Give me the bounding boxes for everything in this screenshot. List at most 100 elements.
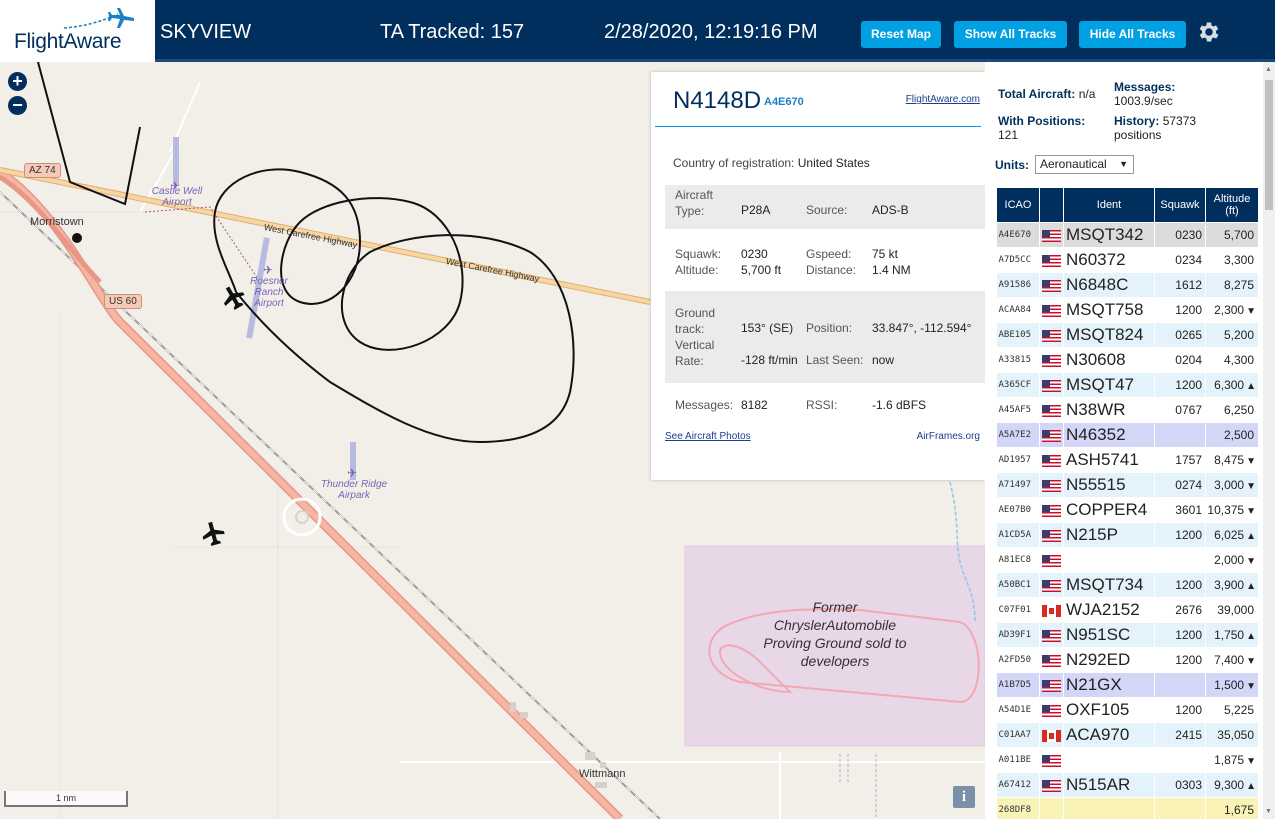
- column-header-ident[interactable]: Ident: [1063, 187, 1155, 223]
- current-datetime: 2/28/2020, 12:19:16 PM: [604, 21, 818, 43]
- us-flag-icon: [1042, 354, 1061, 367]
- cell-flag: [1039, 347, 1064, 373]
- cell-flag: [1039, 647, 1064, 673]
- units-select[interactable]: Aeronautical ▼: [1035, 155, 1134, 174]
- selected-icao-hex: A4E670: [764, 96, 804, 108]
- cell-icao: A7D5CC: [996, 247, 1040, 273]
- table-row[interactable]: A1CD5A N215P 1200 6,025 ▲: [996, 522, 1259, 548]
- table-row[interactable]: C01AA7 ACA970 2415 35,050: [996, 722, 1259, 748]
- cell-icao: A45AF5: [996, 397, 1040, 423]
- table-row[interactable]: A91586 N6848C 1612 8,275: [996, 272, 1259, 298]
- road-shield-us60: US 60: [104, 294, 142, 309]
- table-row[interactable]: A81EC8 2,000 ▼: [996, 547, 1259, 573]
- us-flag-icon: [1042, 629, 1061, 642]
- table-row[interactable]: A7D5CC N60372 0234 3,300: [996, 247, 1259, 273]
- table-row[interactable]: 268DF8 1,675: [996, 797, 1259, 819]
- show-all-tracks-button[interactable]: Show All Tracks: [954, 21, 1067, 48]
- cell-squawk: 1757: [1154, 447, 1206, 473]
- altitude-trend-icon: ▼: [1246, 756, 1256, 767]
- altitude-value: 2,300: [1214, 303, 1245, 317]
- table-row[interactable]: AD1957 ASH5741 1757 8,475 ▼: [996, 447, 1259, 473]
- flightaware-logo[interactable]: FlightAware: [0, 0, 155, 62]
- altitude-trend-icon: ▼: [1246, 481, 1256, 492]
- cell-altitude: 9,300 ▲: [1205, 772, 1259, 798]
- column-header-altitude[interactable]: Altitude (ft): [1205, 187, 1259, 223]
- table-row[interactable]: ACAA84 MSQT758 1200 2,300 ▼: [996, 297, 1259, 323]
- altitude-trend-icon: ▲: [1246, 381, 1256, 392]
- cell-flag: [1039, 272, 1064, 298]
- table-row[interactable]: A5A7E2 N46352 2,500: [996, 422, 1259, 448]
- column-header-flag[interactable]: [1039, 187, 1064, 223]
- altitude-value: 39,000: [1217, 603, 1254, 617]
- reset-map-button[interactable]: Reset Map: [861, 21, 941, 48]
- cell-altitude: 2,000 ▼: [1205, 547, 1259, 573]
- table-row[interactable]: A50BC1 MSQT734 1200 3,900 ▲: [996, 572, 1259, 598]
- see-aircraft-photos-link[interactable]: See Aircraft Photos: [665, 431, 751, 442]
- altitude-value: 3,000: [1214, 478, 1245, 492]
- history-stat: History: 57373 positions: [1114, 114, 1197, 142]
- cell-ident: WJA2152: [1063, 597, 1155, 623]
- table-row[interactable]: AD39F1 N951SC 1200 1,750 ▲: [996, 622, 1259, 648]
- us-flag-icon: [1042, 429, 1061, 442]
- cell-squawk: 2676: [1154, 597, 1206, 623]
- cell-altitude: 2,300 ▼: [1205, 297, 1259, 323]
- cell-flag: [1039, 422, 1064, 448]
- table-row[interactable]: ABE105 MSQT824 0265 5,200: [996, 322, 1259, 348]
- area-label-proving-ground: Former ChryslerAutomobile Proving Ground…: [763, 599, 907, 669]
- gear-icon[interactable]: [1196, 19, 1222, 45]
- cell-altitude: 3,900 ▲: [1205, 572, 1259, 598]
- altitude-value: 6,300: [1214, 378, 1245, 392]
- table-row[interactable]: A011BE 1,875 ▼: [996, 747, 1259, 773]
- altitude-trend-icon: ▲: [1246, 531, 1256, 542]
- hide-all-tracks-button[interactable]: Hide All Tracks: [1079, 21, 1186, 48]
- chevron-down-icon: ▼: [1119, 159, 1128, 169]
- flightaware-link[interactable]: FlightAware.com: [906, 94, 980, 105]
- cell-squawk: 0303: [1154, 772, 1206, 798]
- altitude-value: 3,300: [1223, 253, 1254, 267]
- selected-callsign: N4148D: [673, 87, 762, 114]
- table-row[interactable]: A4E670 MSQT342 0230 5,700: [996, 222, 1259, 248]
- cell-icao: A50BC1: [996, 572, 1040, 598]
- cell-altitude: 6,250: [1205, 397, 1259, 423]
- table-row[interactable]: A54D1E OXF105 1200 5,225: [996, 697, 1259, 723]
- cell-squawk: 1200: [1154, 647, 1206, 673]
- us-flag-icon: [1042, 479, 1061, 492]
- altitude-trend-icon: ▼: [1246, 456, 1256, 467]
- cell-flag: [1039, 772, 1064, 798]
- column-header-squawk[interactable]: Squawk: [1154, 187, 1206, 223]
- cell-squawk: 3601: [1154, 497, 1206, 523]
- scroll-down-icon[interactable]: ▼: [1265, 808, 1272, 815]
- table-row[interactable]: A2FD50 N292ED 1200 7,400 ▼: [996, 647, 1259, 673]
- cell-icao: A5A7E2: [996, 422, 1040, 448]
- canada-flag-icon: [1042, 729, 1061, 742]
- map-info-button[interactable]: i: [953, 786, 975, 808]
- cell-icao: 268DF8: [996, 797, 1040, 819]
- cell-altitude: 2,500: [1205, 422, 1259, 448]
- airframes-link[interactable]: AirFrames.org: [917, 431, 980, 442]
- altitude-trend-icon: ▼: [1246, 656, 1256, 667]
- cell-flag: [1039, 797, 1064, 819]
- airport-label-roesner: Roesner Ranch Airport: [250, 276, 288, 309]
- cell-icao: A1CD5A: [996, 522, 1040, 548]
- aircraft-list-scrollbar[interactable]: ▲ ▼: [1263, 62, 1275, 819]
- column-header-icao[interactable]: ICAO: [996, 187, 1040, 223]
- altitude-trend-icon: ▲: [1246, 631, 1256, 642]
- us-flag-icon: [1042, 754, 1061, 767]
- table-row[interactable]: A365CF MSQT47 1200 6,300 ▲: [996, 372, 1259, 398]
- scrollbar-thumb[interactable]: [1265, 80, 1273, 210]
- zoom-out-button[interactable]: −: [8, 96, 27, 115]
- zoom-in-button[interactable]: +: [8, 72, 27, 91]
- table-row[interactable]: A71497 N55515 0274 3,000 ▼: [996, 472, 1259, 498]
- table-row[interactable]: A33815 N30608 0204 4,300: [996, 347, 1259, 373]
- table-row[interactable]: A67412 N515AR 0303 9,300 ▲: [996, 772, 1259, 798]
- cell-squawk: 0204: [1154, 347, 1206, 373]
- table-row[interactable]: C07F01 WJA2152 2676 39,000: [996, 597, 1259, 623]
- cell-squawk: 1200: [1154, 697, 1206, 723]
- scroll-up-icon[interactable]: ▲: [1265, 66, 1272, 73]
- cell-flag: [1039, 697, 1064, 723]
- cell-icao: A81EC8: [996, 547, 1040, 573]
- table-row[interactable]: AE07B0 COPPER4 3601 10,375 ▼: [996, 497, 1259, 523]
- us-flag-icon: [1042, 504, 1061, 517]
- table-row[interactable]: A45AF5 N38WR 0767 6,250: [996, 397, 1259, 423]
- table-row[interactable]: A1B7D5 N21GX 1,500 ▼: [996, 672, 1259, 698]
